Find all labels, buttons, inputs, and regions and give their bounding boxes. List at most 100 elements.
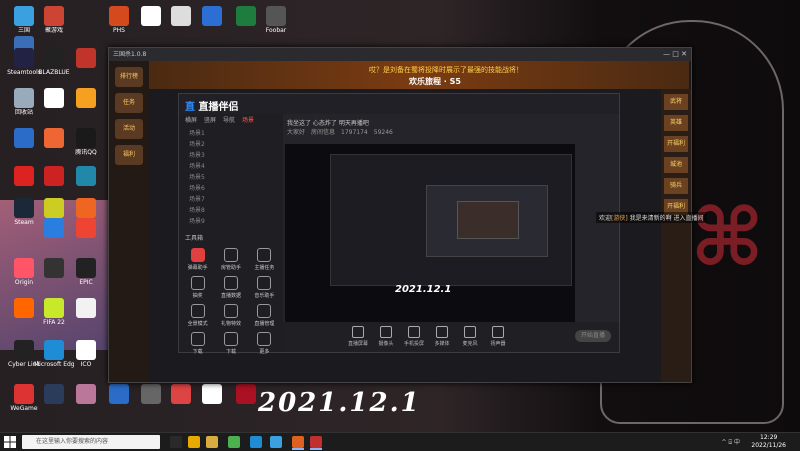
app-icon (14, 88, 34, 108)
rail-item[interactable]: 城池 (664, 157, 688, 173)
rail-item[interactable]: 开福利 (664, 136, 688, 152)
tool-label: 全景模式 (187, 321, 208, 327)
app-icon (236, 384, 256, 404)
rail-item[interactable]: 福利 (115, 145, 143, 165)
tool-button[interactable]: 更多 (248, 332, 281, 355)
rail-item[interactable]: 任务 (115, 93, 143, 113)
stream-meta: 大家好 房间信息 1797174 59246 (287, 127, 615, 136)
clock[interactable]: 12:29 2022/11/26 (751, 434, 786, 450)
tool-icon (190, 332, 205, 346)
game-titlebar[interactable]: 三国杀1.0.8 — □ ✕ (109, 48, 691, 61)
app-icon (76, 128, 96, 148)
desktop-icon[interactable]: 聚游戏 (34, 6, 74, 34)
app-icon (266, 6, 286, 26)
tool-button[interactable]: 下载 (181, 332, 214, 355)
tool-label: 礼物特效 (220, 321, 241, 327)
tools-grid: 弹幕助手 房管助手 主播任务 抽奖 直播数据 音乐助手 全景模式 礼物特效 直播管理 下载 下载 更多 (179, 248, 283, 355)
source-button[interactable]: 麦克风 (455, 326, 485, 347)
scene-item[interactable]: 场景1 (179, 128, 283, 139)
tool-button[interactable]: 下载 (214, 332, 247, 355)
tool-button[interactable]: 抽奖 (181, 276, 214, 299)
lc-tab[interactable]: 导航 (223, 117, 235, 124)
taskbar-app-icon[interactable] (188, 436, 200, 448)
app-icon (76, 198, 96, 218)
scene-item[interactable]: 场景2 (179, 139, 283, 150)
app-icon (44, 340, 64, 360)
app-icon (14, 298, 34, 318)
source-button[interactable]: 手机投屏 (399, 326, 429, 347)
source-button[interactable]: 多媒体 (427, 326, 457, 347)
rail-item[interactable]: 排行榜 (115, 67, 143, 87)
rail-item[interactable]: 活动 (115, 119, 143, 139)
app-icon (44, 128, 64, 148)
source-label: 麦克风 (462, 341, 478, 347)
lc-tab[interactable]: 竖屏 (204, 117, 216, 124)
app-icon (44, 258, 64, 278)
tool-button[interactable]: 主播任务 (248, 248, 281, 271)
taskbar-app-icon[interactable] (270, 436, 282, 448)
lc-logo: 直 直播伴侣 (185, 102, 239, 113)
tool-label: 直播管理 (254, 321, 275, 327)
source-icon (492, 326, 504, 338)
stream-meta-item: 1797174 (341, 129, 368, 136)
source-button[interactable]: 直播屏幕 (343, 326, 373, 347)
source-button[interactable]: 扬声器 (483, 326, 513, 347)
stream-info: 我坐这了 心态炸了 明天再播吧 大家好 房间信息 1797174 59246 (283, 114, 619, 148)
tool-button[interactable]: 直播管理 (248, 304, 281, 327)
source-button[interactable]: 摄像头 (371, 326, 401, 347)
scene-item[interactable]: 场景8 (179, 205, 283, 216)
tool-button[interactable]: 音乐助手 (248, 276, 281, 299)
scene-item[interactable]: 场景9 (179, 216, 283, 227)
tool-button[interactable]: 房管助手 (214, 248, 247, 271)
lc-tab[interactable]: 横屏 (185, 117, 197, 124)
start-live-button[interactable]: 开始直播 (575, 330, 611, 342)
stream-title[interactable]: 我坐这了 心态炸了 明天再播吧 (287, 118, 615, 127)
app-icon (109, 6, 129, 26)
banner-text: 哎？是刘备在蜀将投降时展示了最强的技能战将！ (369, 66, 523, 74)
scene-item[interactable]: 场景6 (179, 183, 283, 194)
desktop-icon-label: EPIC (79, 279, 93, 286)
app-icon (109, 384, 129, 404)
taskbar-app-icon[interactable] (206, 436, 218, 448)
windows-start-icon[interactable] (4, 436, 16, 448)
taskbar-app-icon[interactable] (250, 436, 262, 448)
taskbar-search-input[interactable]: 在这里输入你要搜索的内容 (22, 435, 160, 449)
app-icon (202, 384, 222, 404)
app-icon (14, 166, 34, 186)
taskbar-app-icon[interactable] (228, 436, 240, 448)
desktop-icon[interactable]: Foobar (256, 6, 296, 34)
stream-meta-item: 大家好 (287, 129, 306, 136)
scene-item[interactable]: 场景3 (179, 150, 283, 161)
tool-button[interactable]: 弹幕助手 (181, 248, 214, 271)
preview-canvas[interactable]: 2021.12.1 (285, 144, 575, 322)
scene-item[interactable]: 场景5 (179, 172, 283, 183)
banner-subtitle: 欢乐旅程 · S5 (409, 77, 461, 86)
stream-meta-item: 房间信息 (311, 129, 336, 136)
scene-item[interactable]: 场景7 (179, 194, 283, 205)
tool-button[interactable]: 全景模式 (181, 304, 214, 327)
app-icon (44, 48, 64, 68)
taskbar-app-icon[interactable] (310, 436, 322, 448)
rail-item[interactable]: 骑兵 (664, 178, 688, 194)
tool-icon (190, 304, 205, 318)
source-label: 手机投屏 (403, 341, 424, 347)
scene-item[interactable]: 场景4 (179, 161, 283, 172)
tool-button[interactable]: 礼物特效 (214, 304, 247, 327)
taskbar-app-icon[interactable] (170, 436, 182, 448)
tool-button[interactable]: 直播数据 (214, 276, 247, 299)
desktop-icon[interactable] (226, 384, 266, 405)
lc-header: 直 直播伴侣 (179, 94, 619, 114)
tool-label: 下载 (225, 349, 236, 355)
taskbar-app-icon[interactable] (292, 436, 304, 448)
lc-bottom-bar: 开始直播 直播屏幕 摄像头 手机投屏 多媒体 麦克风 扬声器 (283, 322, 619, 352)
window-controls[interactable]: — □ ✕ (663, 48, 687, 61)
live-companion-window[interactable]: 直 直播伴侣 横屏 竖屏 导航 场景 场景1 场景2 场景3 场景4 场景5 场景6 场景7 场景8… (178, 93, 620, 355)
desktop-icon[interactable] (66, 166, 106, 187)
app-icon (171, 384, 191, 404)
rail-item[interactable]: 武将 (664, 94, 688, 110)
system-tray[interactable]: ^ ⌸ 中 (722, 437, 740, 447)
chat-message: 欢迎[游侠] 我是来清新的啊 进入直播间 (596, 212, 707, 223)
desktop-icon[interactable] (66, 198, 106, 219)
rail-item[interactable]: 英雄 (664, 115, 688, 131)
lc-tab[interactable]: 场景 (242, 117, 254, 124)
